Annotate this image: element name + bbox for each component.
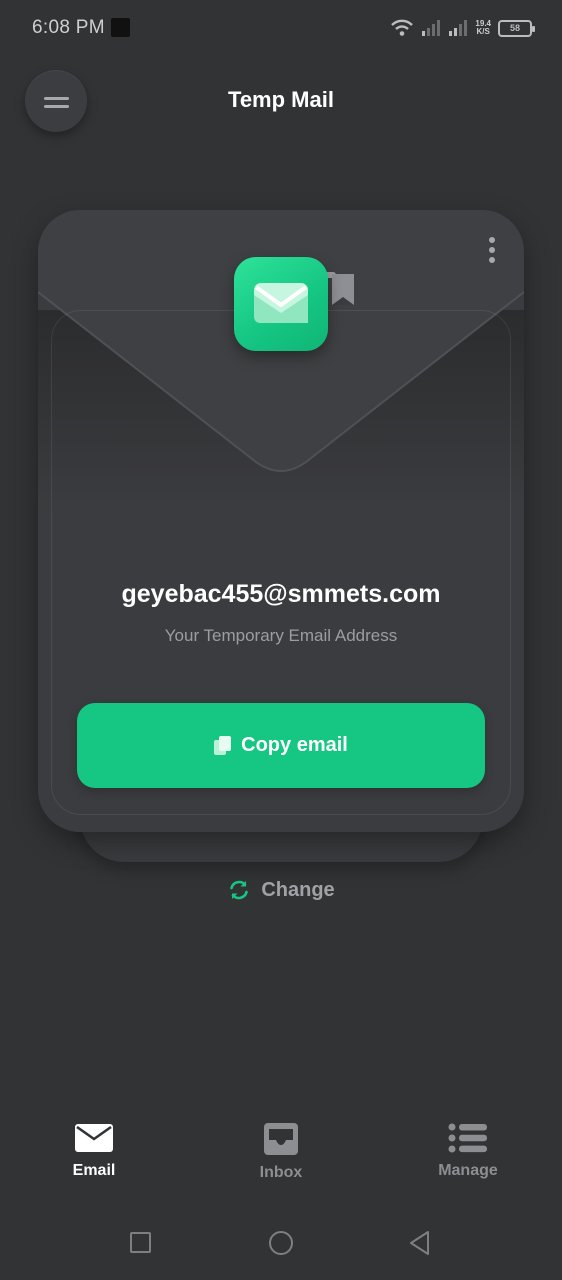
temp-mail-screen: 6:08 PM 19.4 K/S 58 Temp Mail geyebac455… xyxy=(0,0,562,1280)
nav-item-manage[interactable]: Manage xyxy=(408,1122,528,1180)
bookmark-icon xyxy=(332,274,354,305)
signal-icon-2 xyxy=(449,20,468,36)
copy-icon xyxy=(214,736,232,755)
recent-apps-button[interactable] xyxy=(130,1232,151,1253)
signal-icon xyxy=(422,20,441,36)
status-icons: 19.4 K/S 58 xyxy=(390,16,535,40)
refresh-icon xyxy=(230,880,249,900)
mail-icon xyxy=(75,1124,113,1152)
change-label: Change xyxy=(261,878,335,901)
system-nav-bar xyxy=(0,1200,562,1280)
nav-item-email[interactable]: Email xyxy=(34,1122,154,1180)
list-icon xyxy=(448,1123,487,1153)
email-caption: Your Temporary Email Address xyxy=(164,626,398,645)
battery-icon: 58 xyxy=(498,19,535,37)
email-address[interactable]: geyebac455@smmets.com xyxy=(0,580,562,609)
app-logo xyxy=(234,257,328,351)
change-email-button[interactable]: Change xyxy=(0,878,562,902)
bottom-nav: Email Inbox Manage xyxy=(0,1110,562,1200)
copy-email-button[interactable]: Copy email xyxy=(77,703,485,788)
notification-icon xyxy=(111,18,130,37)
status-time: 6:08 PM xyxy=(32,17,105,38)
more-vertical-icon[interactable] xyxy=(488,237,496,263)
home-button[interactable] xyxy=(269,1231,293,1255)
back-button[interactable] xyxy=(408,1230,432,1256)
wifi-icon xyxy=(391,19,414,36)
copy-email-label: Copy email xyxy=(241,734,348,756)
network-speed: 19.4 K/S xyxy=(475,19,491,36)
envelope-icon xyxy=(254,283,308,323)
nav-item-inbox[interactable]: Inbox xyxy=(221,1122,341,1182)
page-title: Temp Mail xyxy=(228,87,334,112)
status-bar: 6:08 PM 19.4 K/S 58 xyxy=(0,0,562,56)
inbox-icon xyxy=(264,1123,298,1155)
